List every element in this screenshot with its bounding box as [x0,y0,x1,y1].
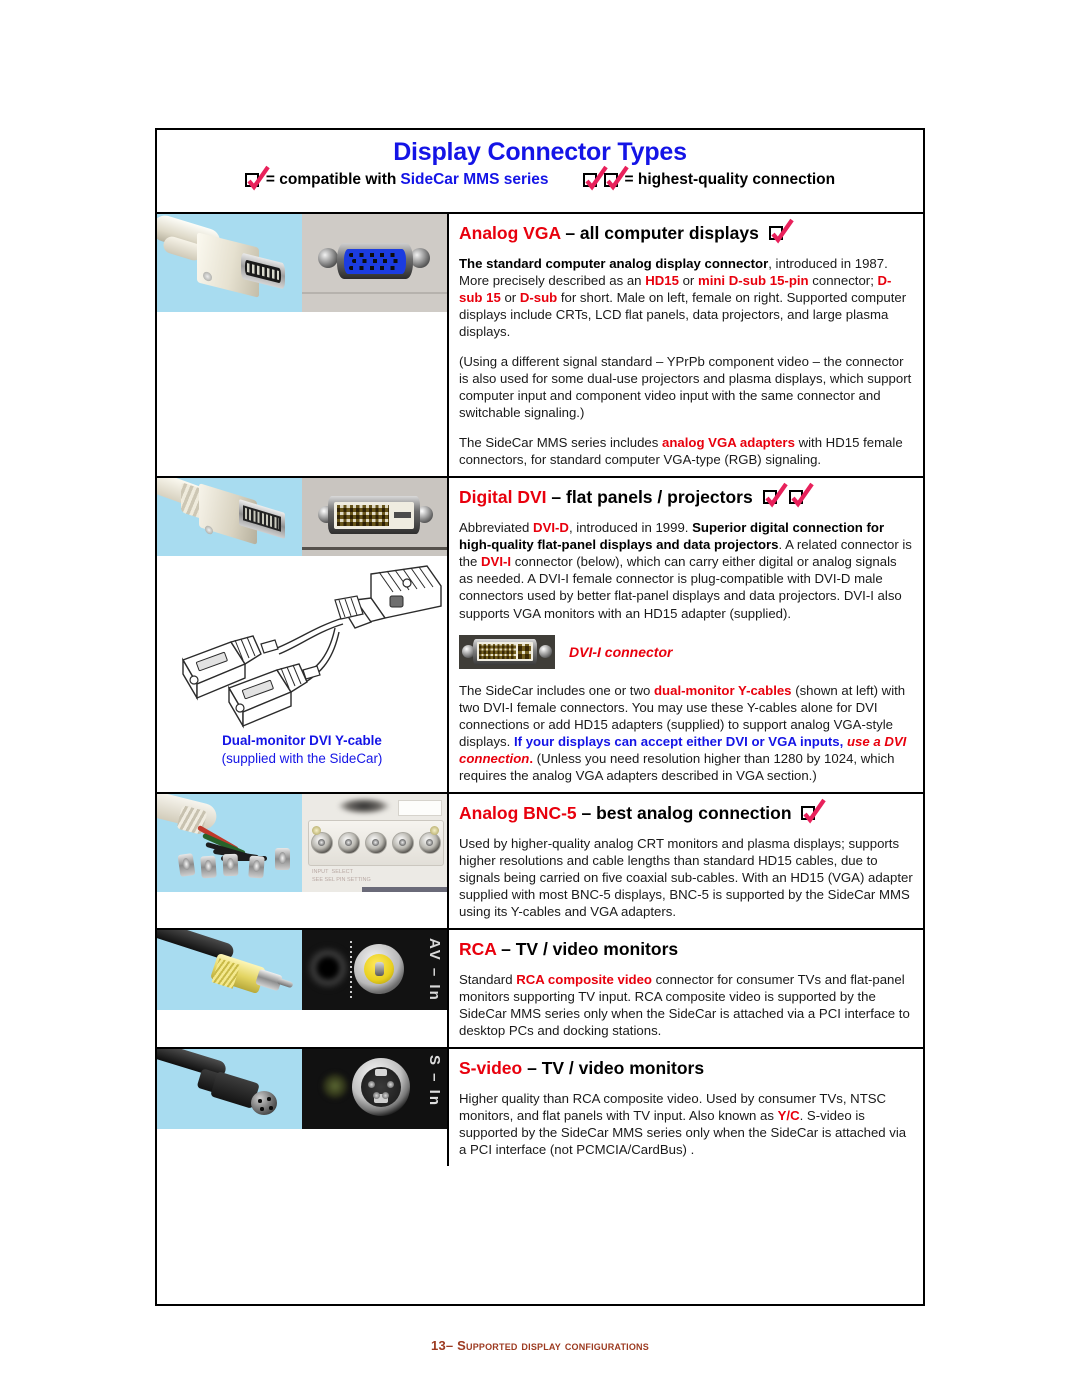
page-title: Display Connector Types [393,138,687,166]
dual-monitor-y-cable-illustration [157,556,449,732]
y-cable-caption-sub: (supplied with the SideCar) [221,751,383,767]
dvi-i-connector-photo [459,634,555,669]
vga-paragraph-3: The SideCar MMS series includes analog V… [459,435,903,468]
svideo-photo-pair: S – In [157,1049,447,1129]
section-analog-bnc5: INPUT SELECT SEE SEL PIN SETTING Analog B… [157,793,923,930]
svideo-plug-photo [157,1049,302,1129]
bnc-paragraph-1: Used by higher-quality analog CRT monito… [459,835,913,919]
svideo-jack-photo: S – In [302,1049,447,1129]
legend-compatible-text: = compatible with [265,170,397,188]
bnc-text-column: Analog BNC-5 – best analog connection Us… [449,794,923,928]
checkmark-icon [789,483,815,508]
vga-photo-pair [157,214,447,312]
dvi-figure-column: Dual-monitor DVI Y-cable (supplied with … [157,478,449,792]
bnc-panel-photo: INPUT SELECT SEE SEL PIN SETTING [302,793,447,892]
page-footer: 13– Supported display configurations [431,1338,649,1353]
dvi-paragraph-1: Abbreviated DVI-D, introduced in 1999. S… [459,520,912,621]
svideo-text-column: S-video – TV / video monitors Higher qua… [449,1049,923,1166]
rca-paragraph-1: Standard RCA composite video connector f… [459,971,910,1038]
vga-figure-column [157,214,449,477]
dvi-female-port-photo [302,478,447,557]
svideo-port-label: S – In [426,1055,443,1108]
checkmark-icon [801,798,827,824]
section-digital-dvi: Dual-monitor DVI Y-cable (supplied with … [157,478,923,794]
bnc-cable-photo [157,793,302,892]
section-analog-vga: Analog VGA – all computer displays The s… [157,214,923,479]
vga-text-column: Analog VGA – all computer displays The s… [449,214,923,476]
svideo-heading: S-video – TV / video monitors [459,1058,705,1078]
rca-photo-pair: AV – In [157,929,447,1010]
legend-highest-quality: = highest-quality connection [582,166,836,191]
page-header: Display Connector Types = compatible wit… [157,130,923,214]
dvi-text-column: Digital DVI – flat panels / projectors A… [449,478,923,791]
vga-paragraph-2: (Using a different signal standard – YPr… [459,354,912,421]
rca-plug-photo [157,929,302,1010]
dvi-i-figure-row: DVI-I connector [459,634,914,669]
bnc-figure-column: INPUT SELECT SEE SEL PIN SETTING [157,793,449,928]
vga-female-port-photo [302,214,447,312]
svideo-figure-column: S – In [157,1049,449,1167]
vga-paragraph-1: The standard computer analog display con… [459,256,907,340]
rca-heading: RCA – TV / video monitors [459,938,679,959]
dvi-photo-pair [157,478,447,557]
section-rca: AV – In RCA – TV / video monitors Standa… [157,929,923,1049]
dvi-paragraph-2: The SideCar includes one or two dual-mon… [459,682,907,783]
rca-jack-photo: AV – In [302,929,447,1010]
legend-brand-text: SideCar MMS series [400,170,549,188]
rca-port-label: AV – In [426,937,443,1002]
bnc-photo-pair: INPUT SELECT SEE SEL PIN SETTING [157,793,447,892]
checkmark-icon [582,166,608,191]
checkmark-icon [768,218,794,244]
document-page: Display Connector Types = compatible wit… [155,128,925,1306]
checkmark-icon [762,483,788,508]
legend-highest-quality-text: = highest-quality connection [624,170,836,188]
checkmark-icon [603,166,629,191]
vga-male-connector-photo [157,214,302,312]
checkmark-icon [244,166,270,191]
rca-text-column: RCA – TV / video monitors Standard RCA c… [449,930,923,1047]
dvi-heading: Digital DVI – flat panels / projectors [459,483,914,508]
svideo-paragraph-1: Higher quality than RCA composite video.… [459,1091,907,1158]
vga-heading: Analog VGA – all computer displays [459,218,914,244]
y-cable-caption: Dual-monitor DVI Y-cable (supplied with … [157,732,447,767]
bnc-heading: Analog BNC-5 – best analog connection [459,798,914,824]
section-svideo: S – In S-video – TV / video monitors Hig… [157,1049,923,1167]
rca-figure-column: AV – In [157,929,449,1047]
dvi-i-figure-label: DVI-I connector [569,643,673,660]
dvi-male-connector-photo [157,478,302,557]
legend-compatible: = compatible with SideCar MMS series [244,166,549,191]
y-cable-caption-title: Dual-monitor DVI Y-cable [222,733,382,749]
legend-row: = compatible with SideCar MMS series = h… [167,166,913,191]
